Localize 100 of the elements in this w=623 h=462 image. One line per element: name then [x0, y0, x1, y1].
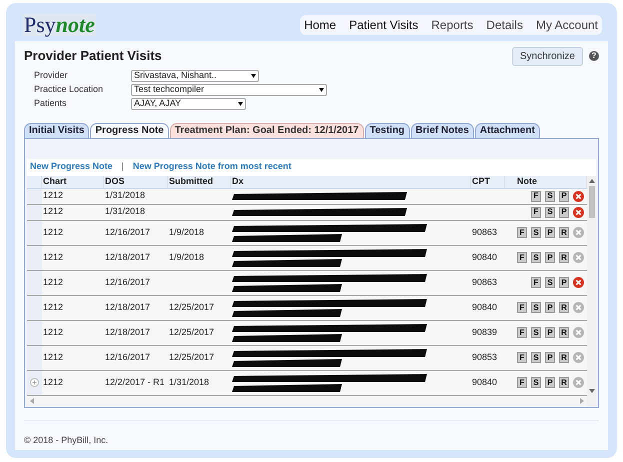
nav-link[interactable]: Home	[304, 16, 336, 34]
expand-icon[interactable]	[30, 378, 39, 387]
tab[interactable]: Initial Visits	[24, 122, 90, 138]
note-button[interactable]: R	[559, 327, 569, 338]
note-button[interactable]: P	[545, 377, 555, 388]
tab[interactable]: Testing	[364, 122, 410, 138]
note-button[interactable]: F	[531, 206, 541, 218]
table-cell-text: 1212	[43, 276, 64, 289]
note-button[interactable]: F	[517, 252, 527, 263]
note-button[interactable]: F	[531, 277, 541, 288]
note-button[interactable]: S	[545, 190, 555, 202]
field-label: Patients	[34, 96, 68, 110]
note-button[interactable]: R	[559, 302, 569, 313]
note-button[interactable]: S	[531, 252, 541, 263]
table-cell-text: 90840	[472, 300, 498, 314]
note-button[interactable]: R	[559, 377, 569, 388]
new-progress-note-link[interactable]: New Progress Note	[30, 160, 113, 174]
table-cell-text: 1212	[43, 326, 64, 339]
note-button[interactable]: P	[545, 302, 555, 313]
row-selector[interactable]	[27, 370, 42, 394]
nav-link[interactable]: My Account	[536, 16, 598, 34]
table-cell-text: 12/18/2017	[105, 300, 150, 314]
table-cell-text: 12/25/2017	[169, 350, 214, 364]
table-cell-text: 1/31/2018	[169, 376, 210, 389]
table-cell-text: 1/31/2018	[105, 189, 146, 202]
table-cell-text: 1/9/2018	[169, 226, 204, 239]
delete-icon[interactable]	[573, 377, 584, 388]
dropdown[interactable]: Test techcompiler	[131, 84, 327, 96]
table-cell-text: 1212	[43, 226, 64, 239]
dropdown[interactable]: AJAY, AJAY	[131, 98, 246, 110]
table-cell-text: 1/9/2018	[169, 250, 204, 264]
tab[interactable]: Progress Note	[90, 122, 169, 138]
note-button[interactable]: P	[545, 327, 555, 338]
delete-icon[interactable]	[573, 327, 584, 338]
row-selector[interactable]	[27, 246, 42, 270]
note-button[interactable]: R	[559, 227, 569, 238]
delete-icon[interactable]	[573, 302, 584, 313]
help-icon[interactable]: ?	[589, 51, 599, 61]
caret-icon	[238, 102, 243, 106]
note-button[interactable]: S	[531, 377, 541, 388]
row-selector[interactable]	[27, 270, 42, 294]
caret-icon	[251, 74, 256, 78]
note-button[interactable]: S	[545, 277, 555, 288]
table-cell-text: 12/16/2017	[105, 226, 150, 239]
note-button[interactable]: P	[559, 277, 569, 288]
dropdown[interactable]: Srivastava, Nishant..	[131, 70, 259, 82]
note-button[interactable]: S	[531, 227, 541, 238]
table-cell-text: 12/18/2017	[105, 326, 150, 339]
table-cell-text: 90863	[472, 276, 498, 289]
delete-icon[interactable]	[573, 227, 584, 238]
nav-link[interactable]: Patient Visits	[349, 16, 418, 34]
tab[interactable]: Treatment Plan: Goal Ended: 12/1/2017	[170, 122, 364, 138]
column-header: DOS	[104, 176, 168, 188]
delete-icon[interactable]	[573, 352, 584, 363]
note-button[interactable]: F	[517, 352, 527, 363]
note-button[interactable]: F	[531, 190, 541, 202]
note-button[interactable]: S	[531, 352, 541, 363]
note-button[interactable]: F	[517, 327, 527, 338]
table-cell-text: 1212	[43, 376, 64, 389]
delete-icon[interactable]	[573, 190, 584, 202]
note-button[interactable]: P	[559, 190, 569, 202]
table-cell-text: 1/31/2018	[105, 205, 146, 218]
note-button[interactable]: P	[559, 206, 569, 218]
row-selector[interactable]	[27, 188, 42, 204]
nav-link[interactable]: Details	[486, 16, 523, 34]
note-button[interactable]: P	[545, 252, 555, 263]
new-progress-note-from-recent-link[interactable]: New Progress Note from most recent	[132, 160, 292, 174]
scroll-right-icon[interactable]	[580, 398, 584, 404]
table-cell-text: 90840	[472, 376, 498, 389]
note-button[interactable]: P	[545, 352, 555, 363]
scroll-down-icon[interactable]	[588, 388, 594, 392]
scroll-up-icon[interactable]	[588, 178, 594, 182]
scroll-left-icon[interactable]	[30, 398, 34, 404]
note-button[interactable]: R	[559, 352, 569, 363]
nav-link[interactable]: Reports	[431, 16, 474, 34]
tab[interactable]: Brief Notes	[410, 122, 474, 138]
delete-icon[interactable]	[573, 277, 584, 288]
row-selector[interactable]	[27, 296, 42, 320]
table-cell-text: 12/2/2017 - R1	[105, 376, 165, 389]
note-button[interactable]: F	[517, 302, 527, 313]
note-button[interactable]: R	[559, 252, 569, 263]
note-button[interactable]: S	[531, 327, 541, 338]
delete-icon[interactable]	[573, 252, 584, 263]
row-selector[interactable]	[27, 320, 42, 344]
synchronize-button[interactable]: Synchronize	[512, 47, 583, 66]
scrollbar-thumb[interactable]	[588, 186, 594, 218]
tab[interactable]: Attachment	[474, 122, 540, 138]
note-button[interactable]: S	[545, 206, 555, 218]
table-cell-text: 1212	[43, 189, 64, 202]
row-selector[interactable]	[27, 204, 42, 220]
table-cell-text: 12/16/2017	[105, 350, 150, 364]
row-selector[interactable]	[27, 346, 42, 370]
row-selector[interactable]	[27, 220, 42, 244]
delete-icon[interactable]	[573, 206, 584, 218]
note-button[interactable]: S	[531, 302, 541, 313]
table-cell-text: 12/25/2017	[169, 300, 214, 314]
note-button[interactable]: P	[545, 227, 555, 238]
note-button[interactable]: F	[517, 377, 527, 388]
table-cell-text: 12/18/2017	[105, 250, 150, 264]
note-button[interactable]: F	[517, 227, 527, 238]
